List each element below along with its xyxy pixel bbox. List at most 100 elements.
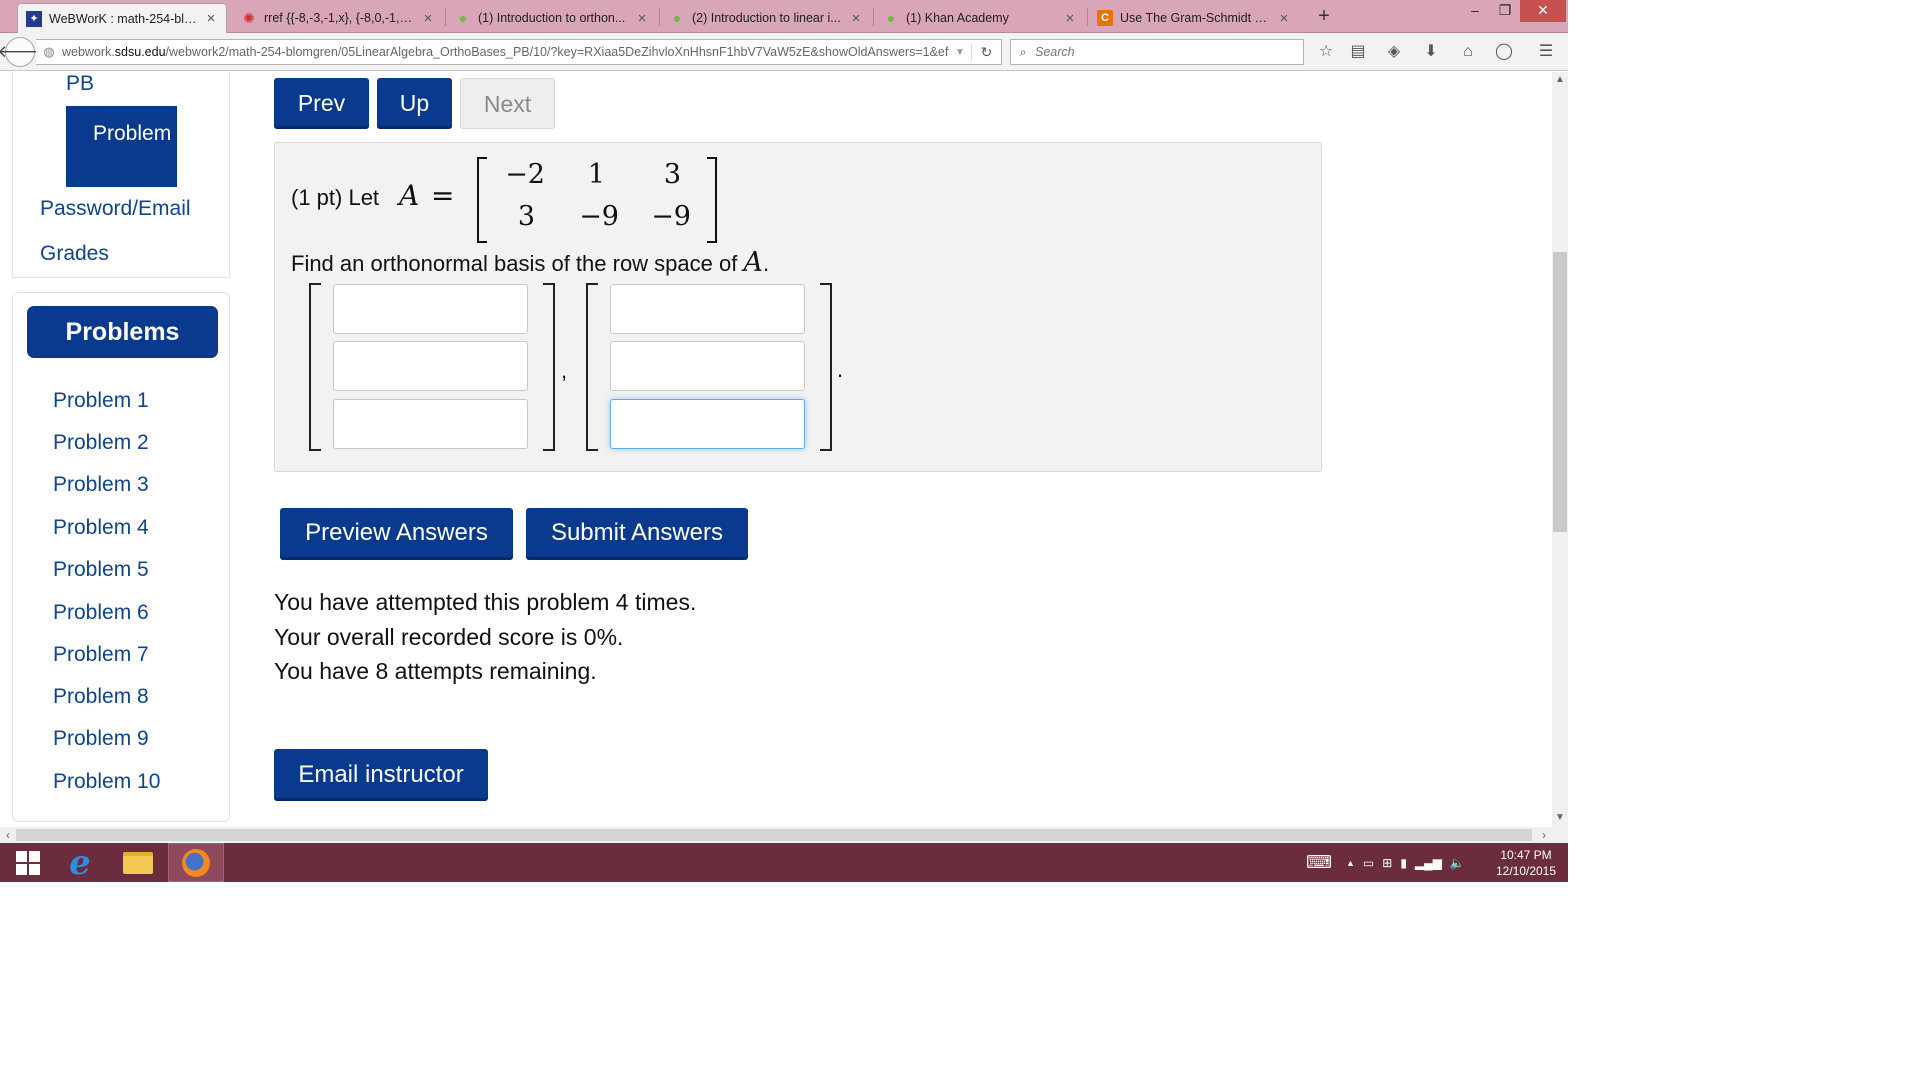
sidebar-item-problem-9[interactable]: Problem 9 — [53, 727, 149, 751]
folder-icon — [123, 851, 153, 874]
matrix-cell: 3 — [663, 159, 681, 190]
remaining-status: You have 8 attempts remaining. — [274, 658, 597, 684]
sidebar-item-problem-7[interactable]: Problem 7 — [53, 643, 149, 667]
battery-icon[interactable]: ▮ — [1400, 856, 1407, 870]
scroll-left-icon[interactable]: ‹ — [0, 827, 16, 843]
taskbar-internet-explorer[interactable]: e — [52, 843, 108, 883]
sidebar-set-name[interactable]: PB — [66, 72, 94, 96]
sidebar-item-problem-2[interactable]: Problem 2 — [53, 431, 149, 455]
clock-time: 10:47 PM — [1500, 848, 1552, 862]
webwork-page: PB Problem 10 Password/Email Grades Prob… — [0, 72, 1552, 827]
sidebar-item-problem-6[interactable]: Problem 6 — [53, 601, 149, 625]
tab-chegg[interactable]: C Use The Gram-Schmidt Pr... × — [1089, 3, 1299, 33]
chat-icon[interactable]: ◯ — [1492, 41, 1516, 63]
tab-close-icon[interactable]: × — [204, 10, 218, 27]
sidebar-item-problem-1[interactable]: Problem 1 — [53, 389, 149, 413]
system-tray: ⌨ ▲ ▭ ⊞ ▮ ▂▄▆ 🔈 — [1306, 843, 1465, 882]
scroll-up-icon[interactable]: ▲ — [1552, 74, 1568, 85]
url-dropdown-icon[interactable]: ▼ — [949, 47, 971, 58]
tab-close-icon[interactable]: × — [1277, 10, 1291, 27]
matrix-cell: 3 — [517, 201, 535, 232]
maximize-button[interactable]: ❐ — [1488, 0, 1522, 22]
tab-khan-orthonormal[interactable]: ● (1) Introduction to orthon... × — [447, 3, 657, 33]
keyboard-icon[interactable]: ⌨ — [1306, 852, 1332, 873]
tab-khan-linear[interactable]: ● (2) Introduction to linear i... × — [661, 3, 871, 33]
reload-icon[interactable]: ↻ — [971, 43, 1001, 61]
close-window-button[interactable]: ✕ — [1520, 0, 1566, 22]
bookmark-star-icon[interactable]: ☆ — [1314, 41, 1338, 63]
answer-end-period: . — [837, 357, 844, 382]
volume-icon[interactable]: 🔈 — [1450, 856, 1465, 870]
minimize-button[interactable]: – — [1458, 0, 1492, 22]
tab-khan-academy[interactable]: ● (1) Khan Academy × — [875, 3, 1085, 33]
horizontal-scrollbar[interactable]: ‹ › — [0, 827, 1552, 843]
answer-v2-entry-1[interactable] — [610, 284, 805, 334]
answer-v1-entry-2[interactable] — [333, 341, 528, 391]
problem-box: (1 pt) Let A = −2 1 3 3 −9 −9 Find an or… — [274, 142, 1322, 472]
matrix-cell: −2 — [505, 159, 545, 190]
search-placeholder: Search — [1035, 45, 1075, 59]
answer-v1-entry-1[interactable] — [333, 284, 528, 334]
tab-close-icon[interactable]: × — [421, 10, 435, 27]
back-button[interactable]: 🡐 — [0, 37, 43, 67]
sidebar-link-grades[interactable]: Grades — [40, 242, 109, 266]
sidebar-item-problem-8[interactable]: Problem 8 — [53, 685, 149, 709]
tab-title: (2) Introduction to linear i... — [692, 11, 841, 25]
sidebar-problems-panel: Problems Problem 1 Problem 2 Problem 3 P… — [12, 292, 230, 822]
horizontal-scroll-thumb[interactable] — [16, 829, 1532, 841]
prev-button[interactable]: Prev — [274, 78, 369, 129]
scrollbar-corner — [1552, 827, 1568, 843]
question-variable: A — [743, 247, 763, 278]
equals-sign: = — [431, 179, 455, 212]
sidebar-item-problem-3[interactable]: Problem 3 — [53, 473, 149, 497]
score-status: Your overall recorded score is 0%. — [274, 624, 624, 650]
show-hidden-icons-icon[interactable]: ▲ — [1346, 858, 1355, 868]
answer-v1-entry-3[interactable] — [333, 399, 528, 449]
sidebar-item-problem-10[interactable]: Problem 10 — [53, 770, 160, 794]
tab-separator — [445, 8, 446, 26]
sidebar-item-problem-4[interactable]: Problem 4 — [53, 516, 149, 540]
khan-favicon-icon: ● — [458, 10, 468, 26]
tab-close-icon[interactable]: × — [1063, 10, 1077, 27]
reading-list-icon[interactable]: ▤ — [1346, 41, 1370, 63]
taskbar-file-explorer[interactable] — [110, 843, 166, 882]
tab-close-icon[interactable]: × — [849, 10, 863, 27]
vertical-scroll-thumb[interactable] — [1553, 252, 1567, 532]
pocket-icon[interactable]: ◈ — [1382, 41, 1406, 63]
windows-flag-icon[interactable]: ⊞ — [1382, 856, 1392, 870]
answer-v2-entry-3[interactable] — [610, 399, 805, 449]
tab-title: (1) Introduction to orthon... — [478, 11, 626, 25]
action-center-icon[interactable]: ▭ — [1363, 856, 1374, 870]
tab-webwork[interactable]: ✦ WeBWorK : math-254-blo... × — [17, 3, 227, 33]
sidebar-current-problem[interactable]: Problem 10 — [66, 106, 177, 187]
windows-logo-icon — [16, 850, 40, 875]
sidebar-link-password-email[interactable]: Password/Email — [40, 197, 191, 221]
sidebar-item-problem-5[interactable]: Problem 5 — [53, 558, 149, 582]
email-instructor-button[interactable]: Email instructor — [274, 749, 488, 801]
vertical-scrollbar[interactable]: ▲ ▼ — [1552, 72, 1568, 827]
new-tab-button[interactable]: + — [1312, 4, 1336, 28]
up-button[interactable]: Up — [377, 78, 452, 129]
network-signal-icon[interactable]: ▂▄▆ — [1415, 856, 1442, 870]
download-icon[interactable]: ⬇ — [1419, 41, 1443, 63]
submit-answers-button[interactable]: Submit Answers — [526, 508, 748, 560]
next-button[interactable]: Next — [460, 78, 555, 129]
tab-wolfram[interactable]: ✺ rref {{-8,-3,-1,x}, {-8,0,-1,y},... × — [233, 3, 443, 33]
tab-close-icon[interactable]: × — [635, 10, 649, 27]
search-icon: ⌕ — [1019, 44, 1027, 59]
scroll-right-icon[interactable]: › — [1536, 827, 1552, 843]
wolfram-favicon-icon: ✺ — [243, 9, 255, 26]
site-identity-icon[interactable]: ◍ — [36, 44, 62, 60]
home-icon[interactable]: ⌂ — [1456, 41, 1480, 63]
tab-strip: ✦ WeBWorK : math-254-blo... × ✺ rref {{-… — [0, 0, 1568, 33]
taskbar-clock[interactable]: 10:47 PM 12/10/2015 — [1490, 847, 1562, 879]
preview-answers-button[interactable]: Preview Answers — [280, 508, 513, 560]
answer-v2-entry-2[interactable] — [610, 341, 805, 391]
url-bar[interactable]: ◍ webwork.sdsu.edu/webwork2/math-254-blo… — [36, 39, 1002, 65]
matrix-cell: −9 — [651, 201, 691, 232]
search-bar[interactable]: ⌕ Search — [1010, 39, 1304, 65]
taskbar-firefox[interactable] — [168, 843, 224, 882]
menu-icon[interactable]: ☰ — [1534, 41, 1558, 63]
scroll-down-icon[interactable]: ▼ — [1552, 812, 1568, 823]
start-button[interactable] — [0, 843, 56, 882]
